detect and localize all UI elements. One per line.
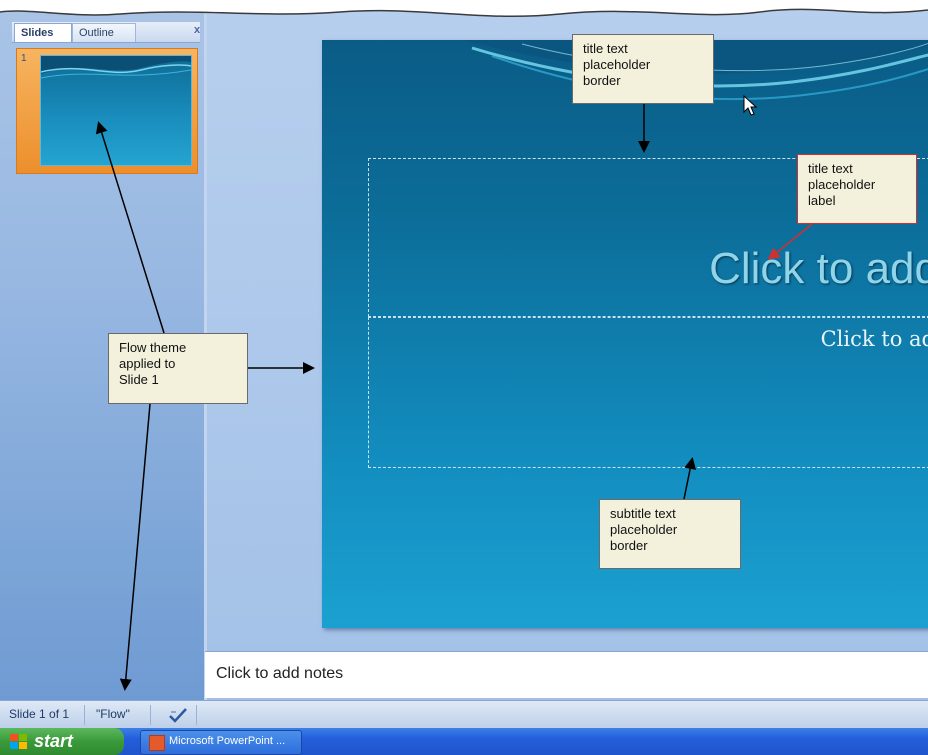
pane-tab-strip: Slides Outline x — [12, 22, 200, 43]
mouse-pointer-icon — [743, 95, 758, 116]
start-button[interactable]: start — [0, 728, 124, 755]
slide-thumbnail-selected[interactable]: 1 — [16, 48, 198, 174]
slide-workspace: Click to add Click to ad — [207, 0, 928, 700]
proofing-check-icon[interactable] — [168, 707, 188, 723]
taskbar-powerpoint-item[interactable]: Microsoft PowerPoint ... — [140, 730, 302, 755]
title-placeholder-text[interactable]: Click to add — [709, 244, 928, 294]
close-icon[interactable]: x — [194, 24, 200, 36]
windows-logo-icon — [10, 734, 27, 749]
callout-text: subtitle text placeholder border — [610, 506, 678, 553]
slide-counter: Slide 1 of 1 — [9, 707, 70, 721]
status-separator — [196, 705, 197, 725]
taskbar-item-label: Microsoft PowerPoint ... — [169, 735, 286, 747]
callout-text: Flow theme applied to Slide 1 — [119, 340, 187, 387]
callout-flow-theme: Flow theme applied to Slide 1 — [108, 333, 248, 404]
thumbnail-number: 1 — [21, 53, 27, 64]
subtitle-placeholder[interactable]: Click to ad — [368, 317, 928, 468]
tab-slides[interactable]: Slides — [14, 23, 72, 42]
slide-thumbnail[interactable] — [40, 55, 192, 166]
torn-edge-graphic — [0, 0, 928, 18]
windows-taskbar: start Microsoft PowerPoint ... — [0, 728, 928, 755]
start-label: start — [34, 731, 74, 751]
callout-subtitle-border: subtitle text placeholder border — [599, 499, 741, 569]
subtitle-placeholder-text[interactable]: Click to ad — [821, 327, 928, 351]
powerpoint-app-icon — [149, 735, 165, 751]
notes-pane[interactable]: Click to add notes — [205, 651, 928, 698]
callout-text: title text placeholder border — [583, 41, 651, 88]
powerpoint-window: Slides Outline x 1 Click to add Click to… — [0, 0, 928, 755]
status-separator — [84, 705, 85, 725]
status-separator — [150, 705, 151, 725]
status-bar: Slide 1 of 1 "Flow" — [0, 700, 928, 729]
callout-text: title text placeholder label — [808, 161, 876, 208]
thumbnail-wave-graphic — [41, 56, 191, 79]
callout-title-border: title text placeholder border — [572, 34, 714, 104]
notes-placeholder[interactable]: Click to add notes — [216, 665, 343, 683]
tab-outline[interactable]: Outline — [72, 23, 136, 42]
callout-title-label: title text placeholder label — [797, 154, 917, 224]
theme-name: "Flow" — [96, 707, 130, 721]
